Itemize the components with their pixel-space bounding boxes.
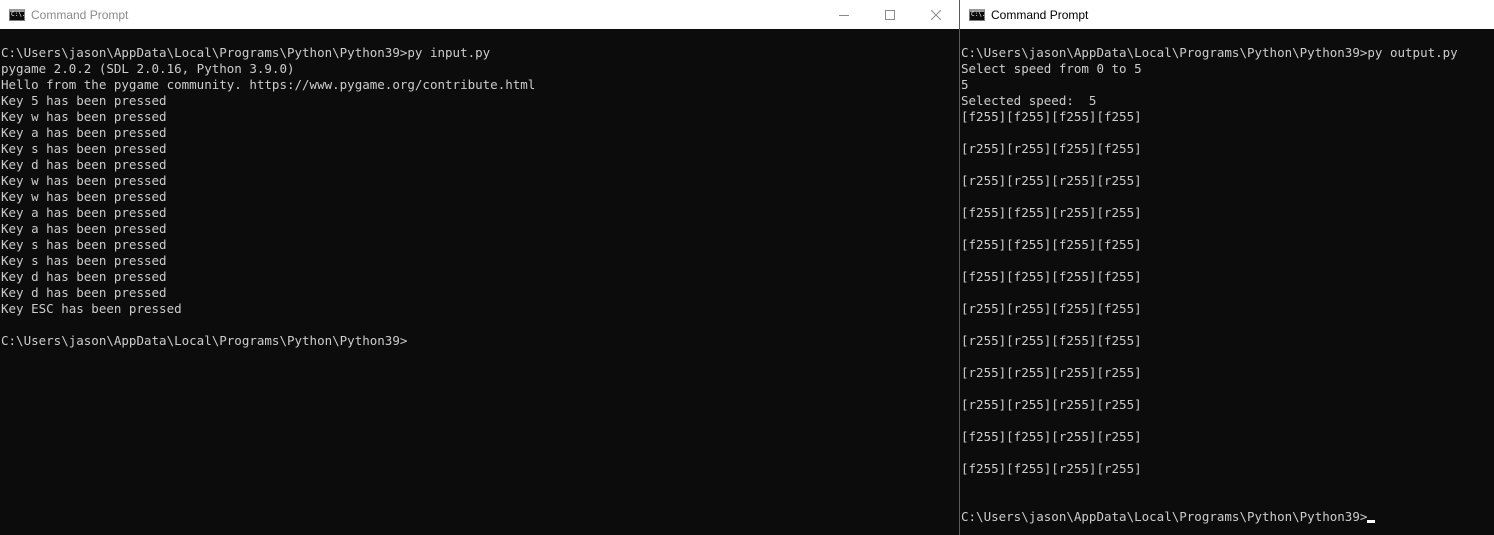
- console-line: C:\Users\jason\AppData\Local\Programs\Py…: [961, 45, 1458, 60]
- close-icon: [931, 9, 941, 20]
- console-line: Hello from the pygame community. https:/…: [1, 77, 536, 92]
- left-titlebar[interactable]: C:\. Command Prompt: [0, 0, 959, 29]
- console-line: Key s has been pressed: [1, 253, 167, 268]
- console-line: [f255][f255][r255][r255]: [961, 429, 1142, 444]
- console-line: Key a has been pressed: [1, 125, 167, 140]
- left-console-output[interactable]: C:\Users\jason\AppData\Local\Programs\Py…: [1, 45, 959, 349]
- right-console-output[interactable]: C:\Users\jason\AppData\Local\Programs\Py…: [961, 45, 1494, 525]
- console-line: Key a has been pressed: [1, 221, 167, 236]
- console-line: Key ESC has been pressed: [1, 301, 182, 316]
- console-line: Key a has been pressed: [1, 205, 167, 220]
- console-line: Key s has been pressed: [1, 141, 167, 156]
- console-line: Key w has been pressed: [1, 189, 167, 204]
- right-command-prompt-window[interactable]: C:\. Command Prompt C:\Users\jason\AppDa…: [960, 0, 1494, 535]
- console-line: [r255][r255][r255][r255]: [961, 173, 1142, 188]
- maximize-icon: [885, 9, 895, 20]
- left-window-title: Command Prompt: [31, 7, 129, 22]
- console-line: Key w has been pressed: [1, 109, 167, 124]
- console-line: Key 5 has been pressed: [1, 93, 167, 108]
- console-line: [f255][f255][r255][r255]: [961, 205, 1142, 220]
- console-line: Key d has been pressed: [1, 285, 167, 300]
- text-cursor: [1367, 520, 1376, 523]
- console-line: [f255][f255][r255][r255]: [961, 461, 1142, 476]
- left-command-prompt-window[interactable]: C:\. Command Prompt C:\Users\jason\AppDa…: [0, 0, 959, 535]
- close-button[interactable]: [913, 0, 959, 29]
- console-line: [r255][r255][f255][f255]: [961, 301, 1142, 316]
- minimize-button[interactable]: [821, 0, 867, 29]
- console-line: Select speed from 0 to 5: [961, 61, 1142, 76]
- console-line: [r255][r255][r255][r255]: [961, 365, 1142, 380]
- maximize-button[interactable]: [867, 0, 913, 29]
- console-line: [r255][r255][r255][r255]: [961, 397, 1142, 412]
- console-line: [r255][r255][f255][f255]: [961, 141, 1142, 156]
- console-line: Selected speed: 5: [961, 93, 1097, 108]
- cmd-icon: C:\.: [9, 8, 25, 21]
- console-line: C:\Users\jason\AppData\Local\Programs\Py…: [961, 509, 1494, 525]
- console-line: 5: [961, 77, 969, 92]
- console-line: [f255][f255][f255][f255]: [961, 269, 1142, 284]
- minimize-icon: [839, 14, 849, 16]
- console-line: Key d has been pressed: [1, 269, 167, 284]
- right-window-title: Command Prompt: [991, 7, 1089, 22]
- console-line: C:\Users\jason\AppData\Local\Programs\Py…: [1, 45, 491, 60]
- console-line: Key w has been pressed: [1, 173, 167, 188]
- console-line: C:\Users\jason\AppData\Local\Programs\Py…: [1, 333, 408, 348]
- console-line: pygame 2.0.2 (SDL 2.0.16, Python 3.9.0): [1, 61, 295, 76]
- right-titlebar[interactable]: C:\. Command Prompt: [960, 0, 1494, 29]
- console-line: [f255][f255][f255][f255]: [961, 237, 1142, 252]
- cmd-icon: C:\.: [969, 8, 985, 21]
- console-line: Key d has been pressed: [1, 157, 167, 172]
- console-line: [f255][f255][f255][f255]: [961, 109, 1142, 124]
- console-line: [r255][r255][f255][f255]: [961, 333, 1142, 348]
- console-line: Key s has been pressed: [1, 237, 167, 252]
- window-controls: [821, 0, 959, 29]
